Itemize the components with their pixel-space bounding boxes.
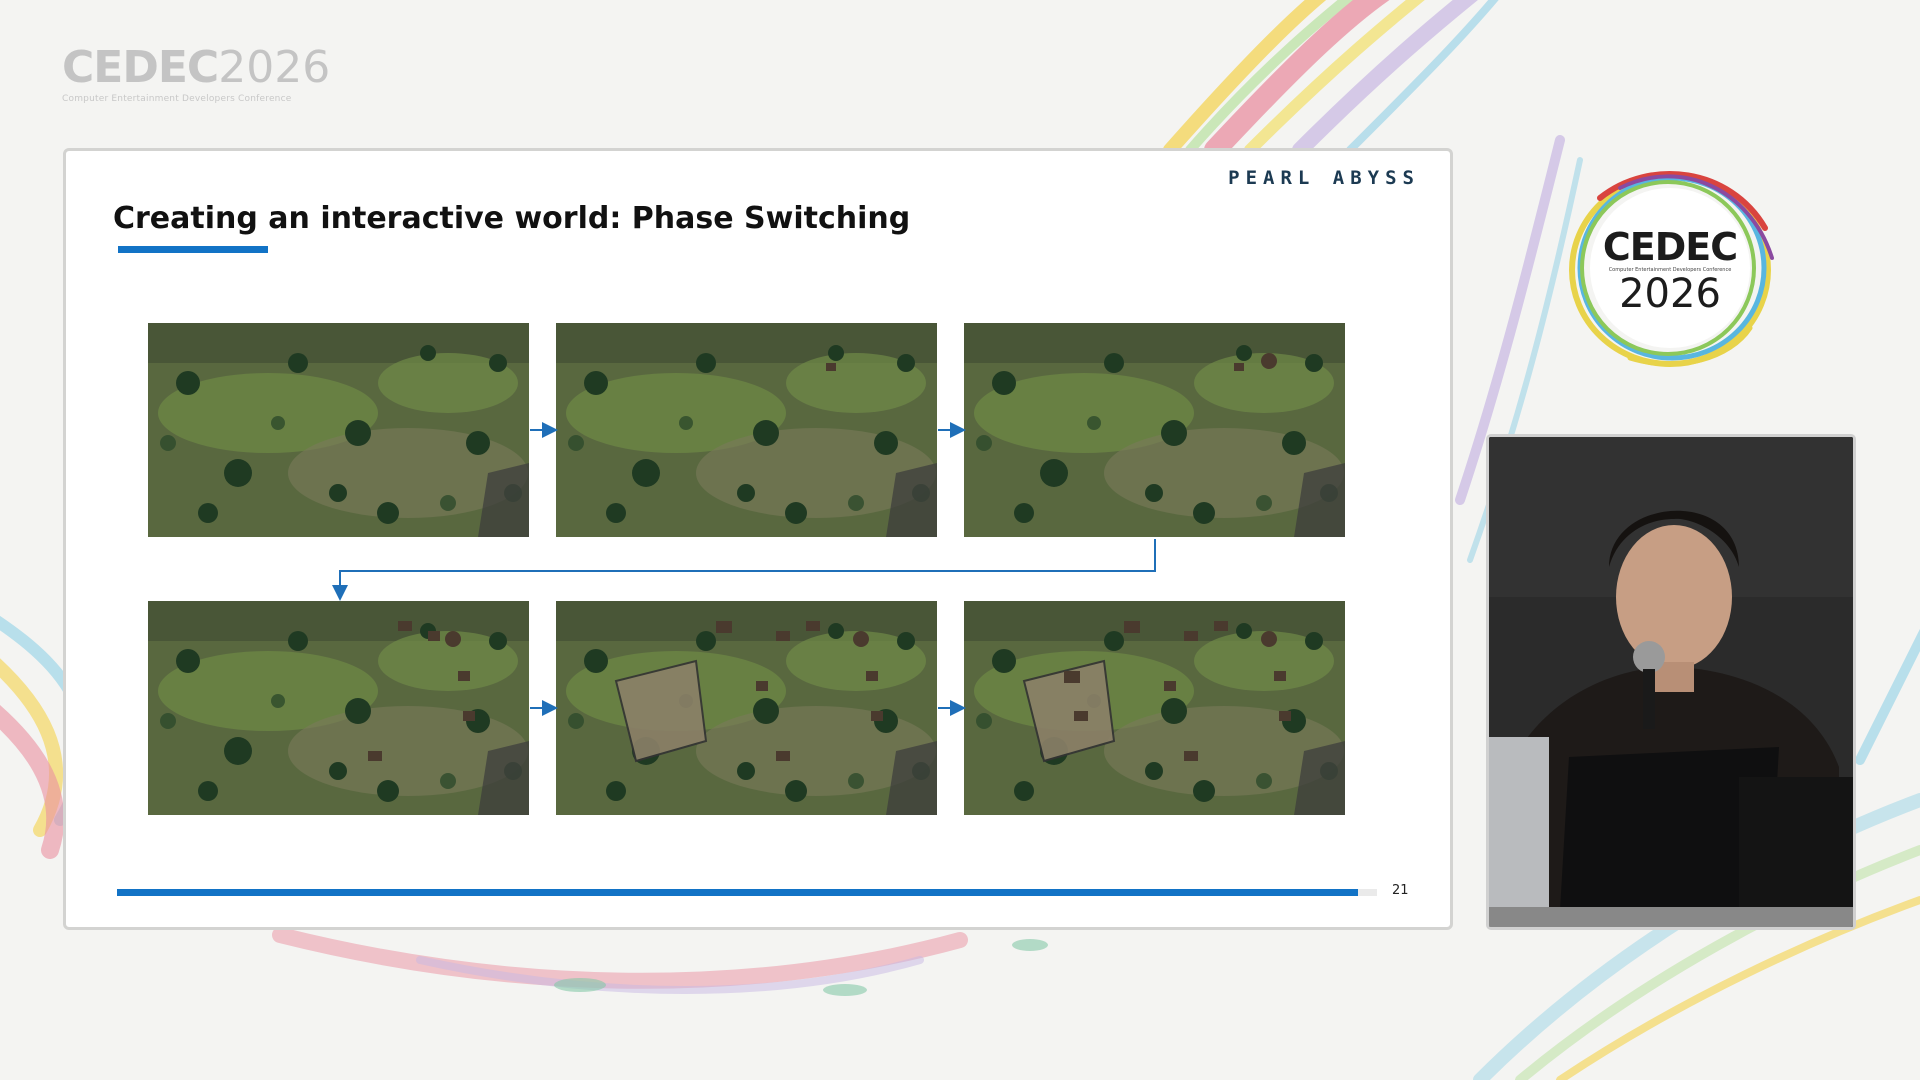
slide-title: Creating an interactive world: Phase Swi…	[113, 201, 911, 236]
badge-year: 2026	[1619, 271, 1721, 317]
event-logo-subtitle: Computer Entertainment Developers Confer…	[62, 94, 292, 104]
phase-image-5	[556, 601, 937, 815]
cedec-badge-text: CEDEC Computer Entertainment Developers …	[1560, 228, 1780, 315]
slide-panel: PEARL ABYSS Creating an interactive worl…	[63, 148, 1453, 930]
phase-image-4	[148, 601, 529, 815]
phase-image-6	[964, 601, 1345, 815]
badge-brand: CEDEC	[1602, 225, 1738, 269]
arrow-wrap-icon	[332, 539, 1156, 601]
event-logo-top: CEDEC2026 Computer Entertainment Develop…	[62, 42, 331, 105]
phase-image-1	[148, 323, 529, 537]
event-logo-wordmark: CEDEC2026	[62, 42, 331, 93]
company-logo: PEARL ABYSS	[1228, 167, 1420, 189]
slide-page-number: 21	[1392, 883, 1409, 898]
slide-progress-bar	[117, 889, 1377, 896]
phase-image-3	[964, 323, 1345, 537]
phase-image-2	[556, 323, 937, 537]
speaker-camera-feed	[1486, 434, 1856, 930]
title-underline	[118, 246, 268, 253]
speaker-video	[1489, 437, 1853, 927]
slide-progress-fill	[117, 889, 1359, 896]
